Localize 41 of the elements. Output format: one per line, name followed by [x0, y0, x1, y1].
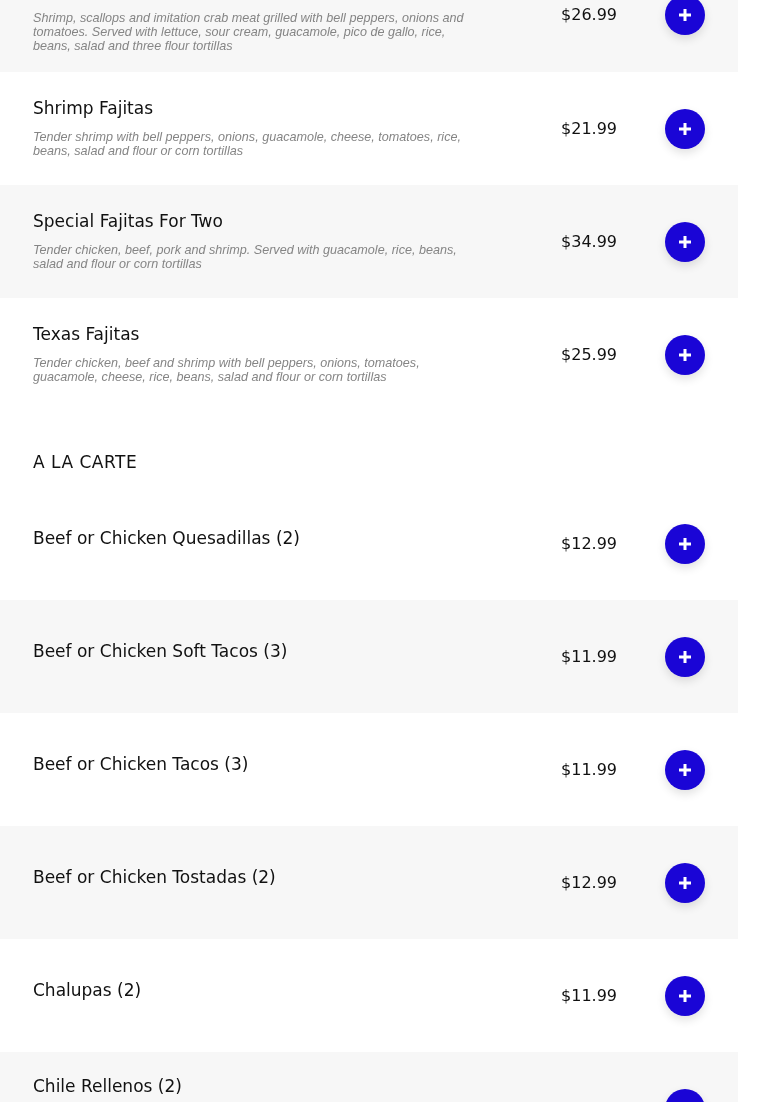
item-name: Shrimp Fajitas — [33, 97, 155, 120]
item-price: $21.99 — [561, 118, 617, 140]
item-description: Shrimp, scallops and imitation crab meat grilled with bell peppers, onions and tomatoes. Served with lettuce, sour cream, guacamole, pico de gallo, rice, beans, salad and three flour tortillas — [33, 11, 465, 53]
add-button[interactable] — [665, 0, 705, 35]
plus-icon — [678, 989, 692, 1003]
add-button[interactable] — [665, 976, 705, 1016]
item-price: $25.99 — [561, 344, 617, 366]
add-button[interactable] — [665, 637, 705, 677]
item-price: $11.99 — [561, 646, 617, 668]
item-name: Chile Rellenos (2) — [33, 1075, 183, 1098]
add-button[interactable] — [665, 335, 705, 375]
item-price: $11.99 — [561, 759, 617, 781]
item-name: Beef or Chicken Quesadillas (2) — [33, 527, 301, 550]
section-heading: A LA CARTE — [33, 451, 138, 474]
add-button[interactable] — [665, 750, 705, 790]
plus-icon — [678, 122, 692, 136]
item-description: Tender shrimp with bell peppers, onions, guacamole, cheese, tomatoes, rice, beans, salad and flour or corn tortillas — [33, 130, 462, 158]
plus-icon — [678, 876, 692, 890]
item-description: Tender chicken, beef, pork and shrimp. Served with guacamole, rice, beans, salad and flour or corn tortillas — [33, 243, 458, 271]
plus-icon — [678, 348, 692, 362]
item-name: Beef or Chicken Soft Tacos (3) — [33, 640, 289, 663]
plus-icon — [678, 8, 692, 22]
add-button[interactable] — [665, 524, 705, 564]
add-button[interactable] — [665, 222, 705, 262]
item-name: Texas Fajitas — [33, 323, 141, 346]
plus-icon — [678, 763, 692, 777]
item-name: Beef or Chicken Tostadas (2) — [33, 866, 277, 889]
item-price: $34.99 — [561, 231, 617, 253]
item-name: Beef or Chicken Tacos (3) — [33, 753, 250, 776]
item-price: $26.99 — [561, 4, 617, 26]
item-name: Special Fajitas For Two — [33, 210, 224, 233]
item-name: Chalupas (2) — [33, 979, 143, 1002]
item-price: $11.99 — [561, 985, 617, 1007]
item-price: $12.99 — [561, 533, 617, 555]
plus-icon — [678, 235, 692, 249]
item-description: Tender chicken, beef and shrimp with bell peppers, onions, tomatoes, guacamole, cheese, rice, beans, salad and flour or corn tortillas — [33, 356, 421, 384]
item-price: $12.99 — [561, 872, 617, 894]
plus-icon — [678, 537, 692, 551]
add-button[interactable] — [665, 863, 705, 903]
plus-icon — [678, 650, 692, 664]
add-button[interactable] — [665, 109, 705, 149]
